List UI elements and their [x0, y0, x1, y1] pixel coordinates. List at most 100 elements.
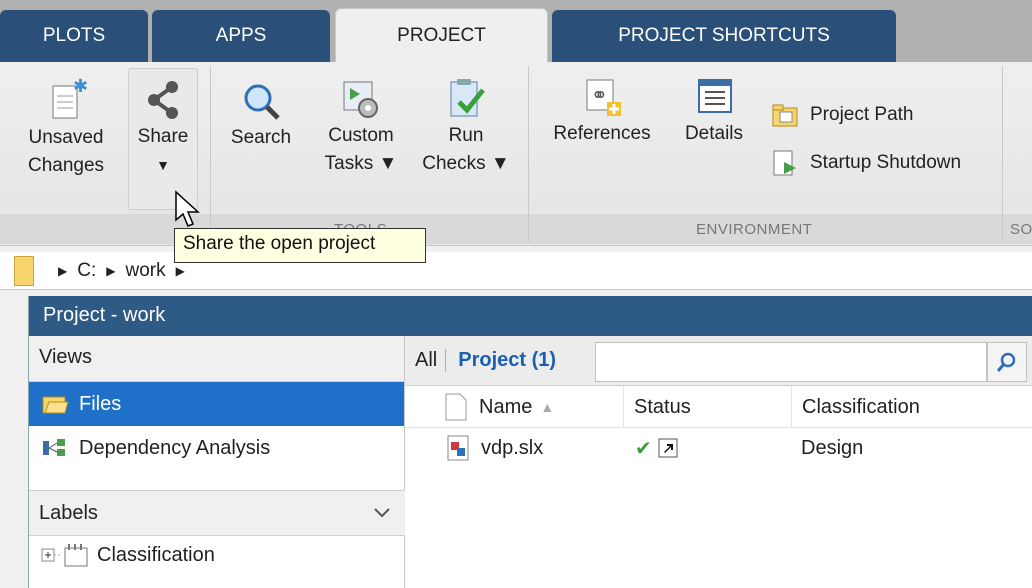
simulink-model-icon	[447, 435, 469, 461]
share-tooltip: Share the open project	[174, 228, 426, 263]
checkmark-icon: ✔	[635, 437, 652, 460]
tab-plots-label: PLOTS	[42, 25, 106, 46]
run-checks-button[interactable]: Run Checks ▼	[418, 76, 514, 178]
search-icon	[996, 352, 1016, 372]
label-tag-icon	[64, 544, 88, 567]
view-item-dependency-analysis-label: Dependency Analysis	[79, 436, 271, 459]
labels-header-label: Labels	[39, 501, 98, 524]
run-checks-icon	[450, 79, 485, 117]
share-caret: ▼	[156, 157, 170, 173]
files-pane: All Project (1) Name ▲ Status Classifica…	[405, 336, 1032, 588]
group-label-partial: SO	[1010, 221, 1032, 238]
expand-plus-icon[interactable]	[39, 544, 61, 566]
file-table-header: Name ▲ Status Classification	[405, 386, 1032, 428]
run-checks-label-2: Checks ▼	[422, 153, 510, 174]
breadcrumb-arrow-icon: ▶	[106, 263, 116, 278]
references-icon: ⚭	[586, 79, 621, 116]
tab-project-shortcuts[interactable]: PROJECT SHORTCUTS	[552, 10, 896, 62]
project-path-label: Project Path	[810, 104, 914, 125]
views-header: Views	[29, 336, 404, 382]
labels-header[interactable]: Labels	[29, 490, 405, 536]
file-icon	[445, 393, 467, 421]
breadcrumb-work[interactable]: work	[125, 260, 165, 282]
folder-path-icon	[772, 104, 798, 127]
startup-shutdown-button[interactable]: Startup Shutdown	[770, 148, 961, 178]
project-window: Project - work Views Files Dependency An…	[28, 296, 1032, 588]
unsaved-changes-icon: ✱	[52, 78, 88, 119]
filter-project-button[interactable]: Project (1)	[458, 349, 556, 372]
share-icon	[148, 81, 178, 119]
column-name-header[interactable]: Name ▲	[443, 386, 623, 428]
open-folder-icon	[42, 396, 69, 414]
filter-all-button[interactable]: All	[415, 349, 447, 372]
details-icon	[698, 79, 732, 113]
project-path-button[interactable]: Project Path	[770, 100, 914, 130]
sort-ascending-icon: ▲	[540, 399, 555, 415]
table-row[interactable]: vdp.slx ✔ Design	[405, 428, 1032, 468]
unsaved-changes-button[interactable]: ✱ Unsaved Changes	[18, 78, 114, 180]
dependency-graph-icon	[43, 439, 65, 456]
file-search-input[interactable]	[595, 342, 987, 382]
chevron-down-icon	[374, 508, 390, 518]
folder-icon	[14, 255, 34, 286]
views-pane: Views Files Dependency Analysis Labels C…	[29, 336, 405, 588]
search-button-small[interactable]	[987, 342, 1027, 382]
tab-project-label: PROJECT	[397, 25, 486, 46]
references-button[interactable]: ⚭ References	[542, 74, 662, 148]
search-button[interactable]: Search	[222, 78, 300, 152]
breadcrumb-drive[interactable]: C:	[77, 260, 96, 282]
matlab-window: PLOTS APPS PROJECT PROJECT SHORTCUTS ✱ U…	[0, 0, 1032, 588]
custom-tasks-label-2: Tasks ▼	[324, 153, 398, 174]
group-label-environment: ENVIRONMENT	[696, 221, 813, 238]
run-checks-label-1: Run	[448, 125, 484, 146]
startup-shutdown-label: Startup Shutdown	[810, 152, 962, 173]
ribbon-separator	[528, 66, 529, 242]
custom-tasks-label-1: Custom	[328, 125, 394, 146]
column-status-header[interactable]: Status	[623, 386, 793, 428]
search-label: Search	[230, 127, 292, 148]
ribbon-tabstrip: PLOTS APPS PROJECT PROJECT SHORTCUTS	[0, 0, 1032, 63]
ribbon-group-label-strip	[0, 214, 1032, 244]
unsaved-changes-label-2: Changes	[27, 155, 105, 176]
shortcut-arrow-icon	[658, 438, 678, 458]
filter-bar: All Project (1)	[405, 336, 1032, 386]
details-label: Details	[684, 123, 744, 144]
mouse-cursor-icon	[175, 190, 200, 227]
magnifier-icon	[244, 84, 280, 120]
tab-apps[interactable]: APPS	[152, 10, 330, 62]
file-status-cell: ✔	[635, 428, 678, 468]
breadcrumb-arrow-icon: ▶	[175, 263, 185, 278]
tab-project-shortcuts-label: PROJECT SHORTCUTS	[618, 25, 830, 46]
label-item-classification-label: Classification	[97, 543, 215, 566]
file-classification-cell: Design	[801, 428, 863, 468]
details-button[interactable]: Details	[676, 74, 752, 148]
share-button[interactable]: Share ▼	[128, 68, 198, 210]
custom-tasks-button[interactable]: Custom Tasks ▼	[316, 76, 406, 178]
label-item-classification[interactable]: Classification	[39, 542, 215, 568]
svg-text:⚭: ⚭	[591, 85, 608, 107]
share-label: Share	[137, 126, 189, 147]
file-name-cell: vdp.slx	[445, 428, 543, 468]
tab-apps-label: APPS	[215, 25, 267, 46]
tab-plots[interactable]: PLOTS	[0, 10, 148, 62]
tab-project[interactable]: PROJECT	[335, 8, 548, 63]
view-item-dependency-analysis[interactable]: Dependency Analysis	[29, 426, 404, 470]
startup-shutdown-icon	[773, 150, 796, 176]
column-status-label: Status	[634, 395, 691, 418]
ribbon-separator	[1002, 66, 1003, 242]
view-item-files-label: Files	[79, 392, 122, 415]
project-window-title: Project - work	[29, 296, 1032, 336]
svg-text:✱: ✱	[73, 78, 88, 96]
address-bar: ▶ C: ▶ work ▶	[0, 252, 1032, 290]
file-name-label: vdp.slx	[481, 436, 544, 459]
unsaved-changes-label-1: Unsaved	[28, 127, 104, 148]
file-classification-label: Design	[801, 436, 864, 459]
column-name-label: Name	[479, 395, 533, 418]
references-label: References	[553, 123, 651, 144]
custom-tasks-icon	[343, 81, 378, 118]
breadcrumb-arrow-icon: ▶	[58, 263, 68, 278]
column-classification-label: Classification	[802, 395, 920, 418]
column-classification-header[interactable]: Classification	[791, 386, 1032, 428]
ribbon-separator	[210, 66, 211, 242]
view-item-files[interactable]: Files	[29, 382, 404, 426]
